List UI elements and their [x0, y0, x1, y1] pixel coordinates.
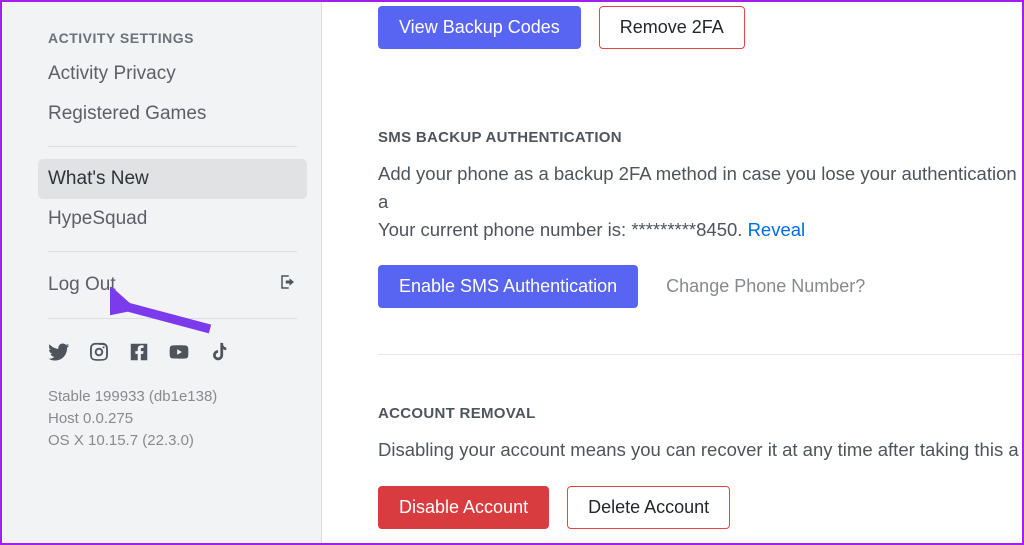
sms-action-row: Enable SMS Authentication Change Phone N…	[378, 265, 1022, 308]
enable-sms-auth-button[interactable]: Enable SMS Authentication	[378, 265, 638, 308]
twofa-button-row: View Backup Codes Remove 2FA	[378, 6, 1022, 49]
disable-account-button[interactable]: Disable Account	[378, 486, 549, 529]
divider	[48, 318, 297, 319]
facebook-icon[interactable]	[128, 341, 150, 368]
sidebar-item-label: Activity Privacy	[48, 63, 176, 85]
account-removal-heading: ACCOUNT REMOVAL	[378, 405, 1022, 422]
section-divider	[378, 354, 1022, 355]
sidebar-item-label: Log Out	[48, 274, 116, 296]
instagram-icon[interactable]	[88, 341, 110, 368]
logout-icon	[279, 273, 297, 297]
sidebar-item-hypesquad[interactable]: HypeSquad	[38, 199, 307, 239]
sidebar-heading-activity: ACTIVITY SETTINGS	[38, 22, 307, 54]
view-backup-codes-button[interactable]: View Backup Codes	[378, 6, 581, 49]
sidebar-item-label: What's New	[48, 168, 149, 190]
sidebar-item-label: Registered Games	[48, 103, 206, 125]
tiktok-icon[interactable]	[208, 341, 230, 368]
removal-button-row: Disable Account Delete Account	[378, 486, 1022, 529]
version-line: Stable 199933 (db1e138)	[48, 386, 297, 408]
desc-text: Add your phone as a backup 2FA method in…	[378, 163, 1017, 212]
sidebar-item-label: HypeSquad	[48, 208, 147, 230]
youtube-icon[interactable]	[168, 341, 190, 368]
divider	[48, 146, 297, 147]
version-line: Host 0.0.275	[48, 408, 297, 430]
settings-sidebar: ACTIVITY SETTINGS Activity Privacy Regis…	[2, 2, 322, 543]
sms-backup-description: Add your phone as a backup 2FA method in…	[378, 160, 1022, 243]
social-links-row	[38, 331, 307, 386]
reveal-phone-link[interactable]: Reveal	[748, 219, 806, 240]
sidebar-item-logout[interactable]: Log Out	[38, 264, 307, 306]
sms-backup-heading: SMS BACKUP AUTHENTICATION	[378, 129, 1022, 146]
sidebar-item-registered-games[interactable]: Registered Games	[38, 94, 307, 134]
sidebar-item-activity-privacy[interactable]: Activity Privacy	[38, 54, 307, 94]
delete-account-button[interactable]: Delete Account	[567, 486, 730, 529]
main-content: View Backup Codes Remove 2FA SMS BACKUP …	[322, 2, 1022, 543]
twitter-icon[interactable]	[48, 341, 70, 368]
desc-text: Your current phone number is: *********8…	[378, 219, 748, 240]
divider	[48, 251, 297, 252]
account-removal-description: Disabling your account means you can rec…	[378, 436, 1022, 464]
version-line: OS X 10.15.7 (22.3.0)	[48, 430, 297, 452]
remove-2fa-button[interactable]: Remove 2FA	[599, 6, 745, 49]
version-info: Stable 199933 (db1e138) Host 0.0.275 OS …	[38, 386, 307, 451]
sidebar-item-whats-new[interactable]: What's New	[38, 159, 307, 199]
change-phone-link[interactable]: Change Phone Number?	[666, 276, 865, 297]
